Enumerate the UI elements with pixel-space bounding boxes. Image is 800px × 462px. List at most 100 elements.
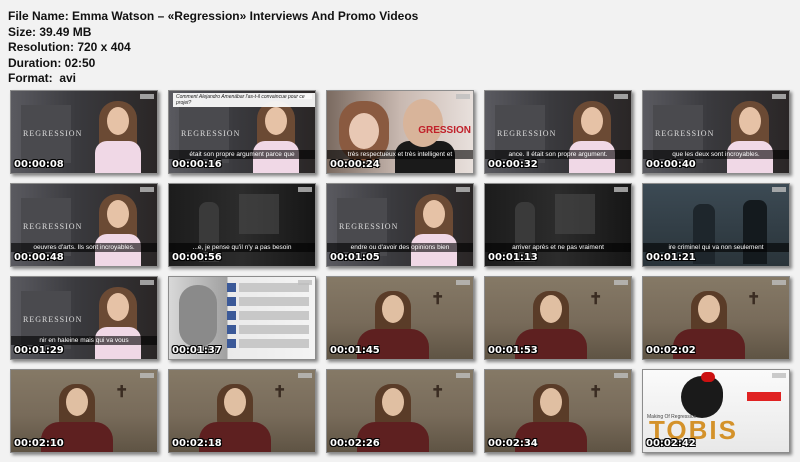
thumbnail-timestamp: 00:01:53: [488, 345, 538, 356]
video-thumbnail[interactable]: 00:01:37: [168, 276, 316, 360]
channel-watermark: [298, 280, 312, 285]
interviewee-face: [581, 107, 603, 135]
video-thumbnail[interactable]: REGRESSION oeuvres d'arts. Ils sont incro…: [10, 183, 158, 267]
social-icon: [227, 283, 236, 292]
channel-watermark: [772, 94, 786, 99]
cross-icon: ✝: [273, 384, 287, 401]
video-thumbnail[interactable]: ✝ 00:01:45: [326, 276, 474, 360]
thumbnail-timestamp: 00:00:16: [172, 159, 222, 170]
interviewee-face: [107, 200, 129, 228]
channel-watermark: [772, 280, 786, 285]
channel-watermark: [456, 280, 470, 285]
subscribe-button: [747, 392, 781, 401]
channel-watermark: [772, 187, 786, 192]
video-thumbnail[interactable]: REGRESSION ance. Il était son propre argu…: [484, 90, 632, 174]
video-thumbnail[interactable]: ✝ 00:02:10: [10, 369, 158, 453]
subtitle-text: nir en haleine mais qui va vous: [11, 336, 157, 345]
channel-watermark: [614, 94, 628, 99]
video-thumbnail[interactable]: ...e, je pense qu'il n'y a pas besoin 00:…: [168, 183, 316, 267]
subtitle-text: que les deux sont incroyables.: [643, 150, 789, 159]
interviewee-face: [540, 388, 562, 416]
cross-icon: ✝: [589, 291, 603, 308]
thumbnail-timestamp: 00:00:48: [14, 252, 64, 263]
figure: [743, 200, 767, 264]
interviewee-face: [107, 293, 129, 321]
thumbnail-timestamp: 00:00:24: [330, 159, 380, 170]
thumbnail-grid: REGRESSION 00:00:08 REGRESSION Comment Alej…: [0, 0, 800, 462]
social-icon: [227, 311, 236, 320]
channel-watermark: [140, 94, 154, 99]
cross-icon: ✝: [431, 291, 445, 308]
interviewee-face: [107, 107, 129, 135]
video-thumbnail[interactable]: ✝ 00:02:02: [642, 276, 790, 360]
thumbnail-timestamp: 00:01:05: [330, 252, 380, 263]
channel-watermark: [456, 373, 470, 378]
video-thumbnail[interactable]: ✝ 00:02:26: [326, 369, 474, 453]
thumbnail-timestamp: 00:02:02: [646, 345, 696, 356]
interviewee-face: [698, 295, 720, 323]
cross-icon: ✝: [747, 291, 761, 308]
thumbnail-timestamp: 00:01:13: [488, 252, 538, 263]
interviewee-face: [265, 107, 287, 135]
interviewee-face: [382, 295, 404, 323]
video-thumbnail[interactable]: arriver après et ne pas vraiment 00:01:13: [484, 183, 632, 267]
thumbnail-timestamp: 00:00:08: [14, 159, 64, 170]
person-face: [403, 99, 443, 147]
video-thumbnail[interactable]: ✝ 00:02:34: [484, 369, 632, 453]
interviewee-face: [382, 388, 404, 416]
thumbnail-timestamp: 00:02:34: [488, 438, 538, 449]
interviewee-face: [224, 388, 246, 416]
thumbnail-timestamp: 00:01:45: [330, 345, 380, 356]
video-thumbnail[interactable]: REGRESSION Comment Alejandro Amenábar l'a…: [168, 90, 316, 174]
thumbnail-timestamp: 00:02:42: [646, 438, 696, 449]
thumbnail-timestamp: 00:02:18: [172, 438, 222, 449]
cross-icon: ✝: [115, 384, 129, 401]
video-thumbnail[interactable]: ✝ 00:02:18: [168, 369, 316, 453]
video-thumbnail[interactable]: ire criminel qui va non seulement 00:01:2…: [642, 183, 790, 267]
subtitle-text: très respectueux et très intelligent et: [327, 150, 473, 159]
figure: [693, 204, 715, 264]
social-icon: [227, 339, 236, 348]
social-icon: [227, 325, 236, 334]
person-face: [349, 113, 379, 149]
film-poster: REGRESSION: [21, 105, 81, 163]
backdrop-logo: GRESSION: [418, 125, 471, 136]
portrait-photo: [179, 285, 217, 347]
thumbnail-timestamp: 00:01:29: [14, 345, 64, 356]
channel-watermark: [298, 373, 312, 378]
channel-watermark: [456, 187, 470, 192]
interviewee-face: [540, 295, 562, 323]
subtitle-text: endre ou d'avoir des opinions bien: [327, 243, 473, 252]
subtitle-text: ...e, je pense qu'il n'y a pas besoin: [169, 243, 315, 252]
channel-watermark: [772, 373, 786, 378]
question-caption: Comment Alejandro Amenábar l'as-t-il con…: [173, 93, 315, 107]
video-thumbnail[interactable]: Making Of Regression TOBIS 00:02:42: [642, 369, 790, 453]
channel-watermark: [140, 280, 154, 285]
interviewee-face: [66, 388, 88, 416]
channel-watermark: [614, 280, 628, 285]
video-thumbnail[interactable]: REGRESSION 00:00:08: [10, 90, 158, 174]
interviewee-face: [423, 200, 445, 228]
video-thumbnail[interactable]: REGRESSION endre ou d'avoir des opinions …: [326, 183, 474, 267]
social-icon: [227, 297, 236, 306]
video-thumbnail[interactable]: REGRESSION nir en haleine mais qui va vou…: [10, 276, 158, 360]
channel-watermark: [456, 94, 470, 99]
video-thumbnail[interactable]: ✝ 00:01:53: [484, 276, 632, 360]
channel-watermark: [298, 187, 312, 192]
thumbnail-timestamp: 00:02:26: [330, 438, 380, 449]
thumbnail-timestamp: 00:00:40: [646, 159, 696, 170]
subtitle-text: ance. Il était son propre argument.: [485, 150, 631, 159]
channel-watermark: [140, 373, 154, 378]
video-thumbnail[interactable]: GRESSION très respectueux et très intelli…: [326, 90, 474, 174]
thumbnail-timestamp: 00:00:32: [488, 159, 538, 170]
subtitle-text: oeuvres d'arts. Ils sont incroyables.: [11, 243, 157, 252]
channel-watermark: [614, 373, 628, 378]
cross-icon: ✝: [431, 384, 445, 401]
channel-watermark: [140, 187, 154, 192]
video-thumbnail[interactable]: REGRESSION que les deux sont incroyables.…: [642, 90, 790, 174]
thumbnail-timestamp: 00:01:37: [172, 345, 222, 356]
subtitle-text: ire criminel qui va non seulement: [643, 243, 789, 252]
cross-icon: ✝: [589, 384, 603, 401]
thumbnail-timestamp: 00:01:21: [646, 252, 696, 263]
thumbnail-timestamp: 00:00:56: [172, 252, 222, 263]
